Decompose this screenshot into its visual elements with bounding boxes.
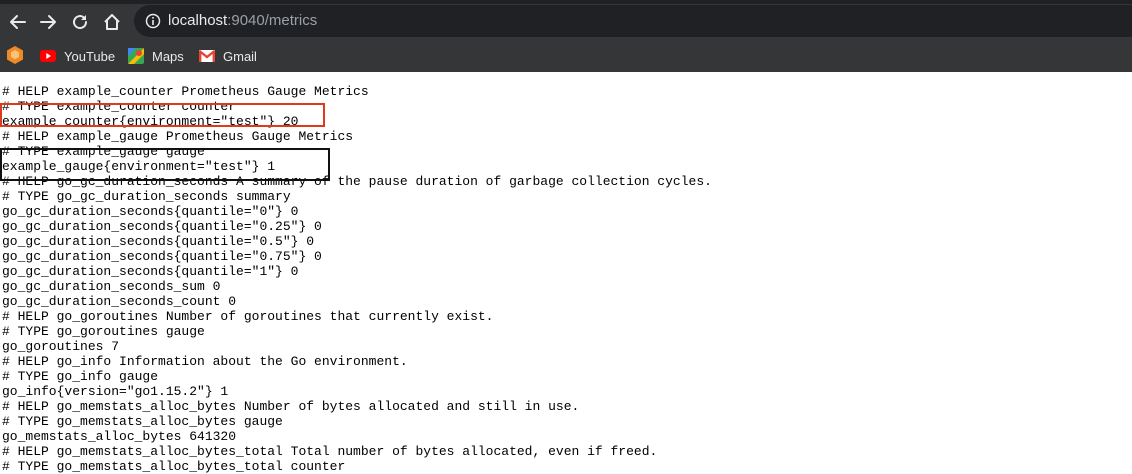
bookmark-label: YouTube — [64, 48, 116, 64]
metrics-line: # TYPE go_info gauge — [2, 369, 159, 384]
metrics-line: go_goroutines 7 — [2, 339, 120, 354]
highlight-box-counter — [0, 103, 325, 127]
metrics-line: # HELP go_info Information about the Go … — [2, 354, 408, 369]
metrics-line: go_gc_duration_seconds{quantile="1"} 0 — [2, 264, 299, 279]
metrics-line: # TYPE go_goroutines gauge — [2, 324, 205, 339]
url-path: :9040/metrics — [227, 12, 318, 29]
metrics-line: go_memstats_alloc_bytes 641320 — [2, 429, 237, 444]
reload-icon — [73, 15, 88, 30]
metrics-line: # HELP example_gauge Prometheus Gauge Me… — [2, 129, 354, 144]
bookmark-gmail[interactable]: Gmail — [199, 46, 257, 66]
metrics-line: go_gc_duration_seconds{quantile="0.75"} … — [2, 249, 322, 264]
bookmark-label: Maps — [152, 48, 184, 64]
arrow-left-icon — [10, 15, 26, 29]
url-host: localhost — [168, 12, 228, 29]
maps-icon — [128, 48, 144, 64]
bookmark-maps[interactable]: Maps — [128, 46, 184, 66]
youtube-icon — [40, 50, 56, 62]
metrics-line: go_gc_duration_seconds{quantile="0.5"} 0 — [2, 234, 315, 249]
metrics-line: # HELP go_memstats_alloc_bytes Number of… — [2, 399, 580, 414]
metrics-line: go_info{version="go1.15.2"} 1 — [2, 384, 229, 399]
extension-icon[interactable] — [6, 45, 24, 65]
metrics-line: # TYPE go_gc_duration_seconds summary — [2, 189, 291, 204]
metrics-line: go_gc_duration_seconds{quantile="0.25"} … — [2, 219, 322, 234]
metrics-line: # HELP go_goroutines Number of goroutine… — [2, 309, 494, 324]
home-button[interactable] — [98, 8, 126, 36]
bookmarks-bar: YouTube Maps Gmail — [0, 40, 1132, 72]
metrics-text: # HELP example_counter Prometheus Gauge … — [2, 84, 1130, 474]
bookmark-label: Gmail — [223, 48, 257, 64]
metrics-line: go_gc_duration_seconds_sum 0 — [2, 279, 221, 294]
info-icon[interactable] — [145, 13, 161, 29]
arrow-right-icon — [40, 15, 56, 29]
forward-button[interactable] — [34, 8, 62, 36]
metrics-line: # HELP go_memstats_alloc_bytes_total Tot… — [2, 444, 658, 459]
browser-toolbar: localhost:9040/metrics YouTube Maps Gmai… — [0, 0, 1132, 72]
bookmark-youtube[interactable]: YouTube — [40, 46, 115, 66]
highlight-box-gauge — [0, 148, 330, 181]
metrics-line: # HELP example_counter Prometheus Gauge … — [2, 84, 369, 99]
reload-button[interactable] — [66, 8, 94, 36]
metrics-line: go_gc_duration_seconds_count 0 — [2, 294, 237, 309]
back-button[interactable] — [4, 8, 32, 36]
gmail-icon — [199, 50, 215, 62]
home-icon — [104, 14, 120, 30]
tab-strip-edge — [0, 0, 1132, 4]
metrics-line: # TYPE go_memstats_alloc_bytes gauge — [2, 414, 283, 429]
url-text[interactable]: localhost:9040/metrics — [168, 12, 317, 30]
metrics-line: go_gc_duration_seconds{quantile="0"} 0 — [2, 204, 299, 219]
address-bar[interactable]: localhost:9040/metrics — [134, 5, 1132, 37]
